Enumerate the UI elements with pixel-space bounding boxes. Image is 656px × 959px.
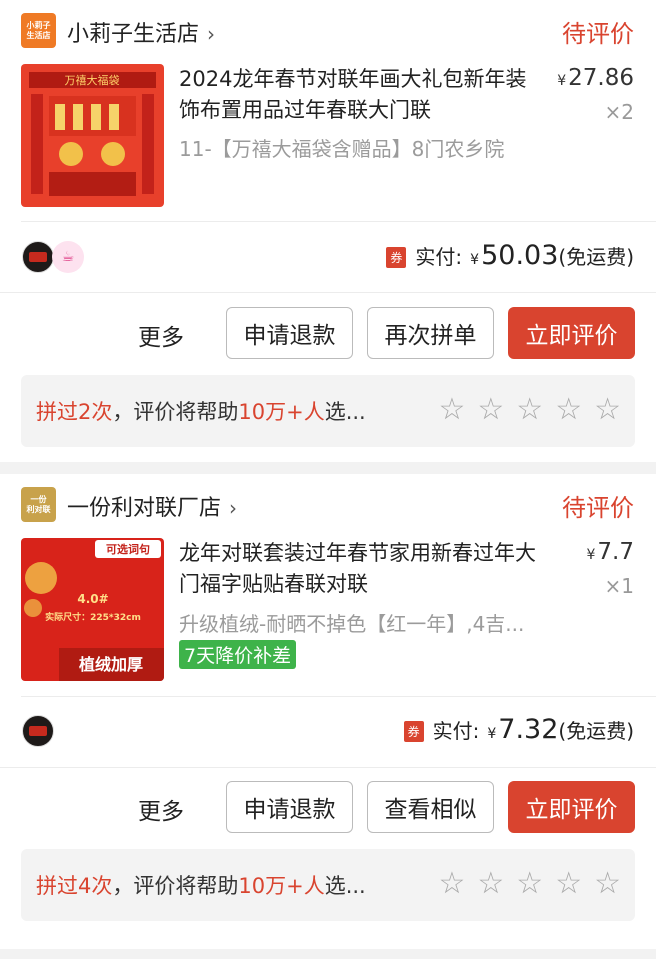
order-status: 待评价 (562, 20, 634, 48)
product-spec: 升级植绒-耐晒不掉色【红一年】,4吉... (179, 612, 525, 636)
product-image[interactable]: 可选词句 4.0# 实际尺寸：225*32cm 植绒加厚 (21, 538, 164, 681)
paid-summary: 券 实付: ¥ 7.32 (免运费) (403, 714, 634, 745)
order-status: 待评价 (562, 494, 634, 522)
star-icon[interactable]: ☆ (438, 393, 465, 427)
shop-name[interactable]: 小莉子生活店 › (67, 16, 215, 48)
review-prompt[interactable]: 拼过4次，评价将帮助10万+人选... ☆ ☆ ☆ ☆ ☆ (21, 849, 635, 921)
svg-text:实际尺寸：225*32cm: 实际尺寸：225*32cm (45, 611, 141, 623)
avatar (22, 715, 54, 747)
coupon-badge: 券 (386, 247, 407, 268)
more-button[interactable]: 更多 (138, 318, 184, 352)
review-prompt-text: 拼过4次，评价将帮助10万+人选... (36, 874, 366, 898)
product-image-art: 万禧大福袋 (21, 64, 164, 207)
shop-logo: 小莉子 生活店 (21, 13, 56, 48)
paid-summary: 券 实付: ¥ 50.03 (免运费) (386, 240, 634, 271)
shipping-note: (免运费) (558, 719, 634, 743)
product-price: ¥27.86 (557, 65, 634, 91)
paid-amount: 7.32 (498, 714, 559, 745)
review-prompt[interactable]: 拼过2次，评价将帮助10万+人选... ☆ ☆ ☆ ☆ ☆ (21, 375, 635, 447)
shop-logo: 一份 利对联 (21, 487, 56, 522)
section-gap (0, 462, 656, 474)
shop-name[interactable]: 一份利对联厂店 › (67, 490, 237, 522)
review-button[interactable]: 立即评价 (508, 307, 635, 359)
order-card: 小莉子 生活店 小莉子生活店 › 待评价 万禧大福袋 2024龙年春节对联年画大礼包… (0, 0, 656, 462)
star-rating[interactable]: ☆ ☆ ☆ ☆ ☆ (438, 867, 621, 901)
refund-button[interactable]: 申请退款 (226, 781, 353, 833)
similar-button[interactable]: 查看相似 (367, 781, 494, 833)
product-qty: ×1 (604, 574, 634, 598)
avatar (22, 241, 54, 273)
svg-text:可选词句: 可选词句 (106, 542, 150, 556)
star-icon[interactable]: ☆ (555, 867, 582, 901)
chevron-right-icon: › (207, 22, 216, 46)
svg-text:植绒加厚: 植绒加厚 (78, 655, 143, 674)
product-price: ¥7.7 (586, 539, 635, 565)
reorder-button[interactable]: 再次拼单 (367, 307, 494, 359)
svg-text:4.0#: 4.0# (77, 592, 108, 606)
review-button[interactable]: 立即评价 (508, 781, 635, 833)
product-image-art: 可选词句 4.0# 实际尺寸：225*32cm 植绒加厚 (21, 538, 164, 681)
product-title[interactable]: 2024龙年春节对联年画大礼包新年装饰布置用品过年春联大门联 (179, 64, 544, 126)
star-rating[interactable]: ☆ ☆ ☆ ☆ ☆ (438, 393, 621, 427)
image-title: 万禧大福袋 (65, 73, 120, 87)
product-title[interactable]: 龙年对联套装过年春节家用新春过年大门福字贴贴春联对联 (179, 538, 544, 600)
divider (0, 292, 656, 293)
star-icon[interactable]: ☆ (594, 393, 621, 427)
more-button[interactable]: 更多 (138, 792, 184, 826)
shop-header[interactable]: 小莉子 生活店 小莉子生活店 › 待评价 (0, 0, 656, 60)
price-protect-tag: 7天降价补差 (179, 640, 297, 669)
avatar: ☕ (52, 241, 84, 273)
paid-amount: 50.03 (481, 240, 559, 271)
chevron-right-icon: › (229, 496, 238, 520)
review-prompt-text: 拼过2次，评价将帮助10万+人选... (36, 400, 366, 424)
star-icon[interactable]: ☆ (438, 867, 465, 901)
star-icon[interactable]: ☆ (516, 867, 543, 901)
cup-icon: ☕ (61, 249, 75, 265)
star-icon[interactable]: ☆ (555, 393, 582, 427)
star-icon[interactable]: ☆ (594, 867, 621, 901)
order-card: 一份 利对联 一份利对联厂店 › 待评价 可选词句 4.0# 实际尺寸：225*32… (0, 474, 656, 949)
product-image[interactable]: 万禧大福袋 (21, 64, 164, 207)
star-icon[interactable]: ☆ (477, 393, 504, 427)
shop-header[interactable]: 一份 利对联 一份利对联厂店 › 待评价 (0, 474, 656, 534)
star-icon[interactable]: ☆ (516, 393, 543, 427)
divider (21, 696, 656, 697)
refund-button[interactable]: 申请退款 (226, 307, 353, 359)
coupon-badge: 券 (403, 721, 424, 742)
shipping-note: (免运费) (558, 245, 634, 269)
divider (21, 221, 656, 222)
star-icon[interactable]: ☆ (477, 867, 504, 901)
product-spec: 11-【万禧大福袋含赠品】8门农乡院 (179, 137, 505, 161)
product-qty: ×2 (604, 100, 634, 124)
divider (0, 767, 656, 768)
